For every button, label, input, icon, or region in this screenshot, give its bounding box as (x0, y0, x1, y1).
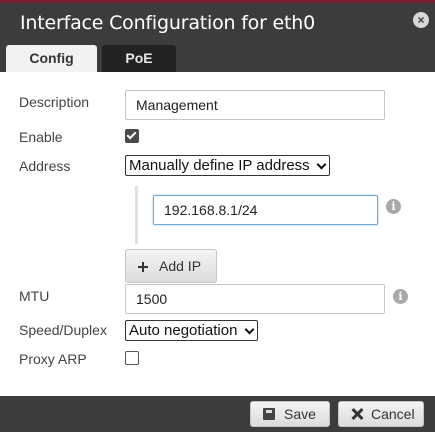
dialog-title: Interface Configuration for eth0 (20, 12, 316, 34)
chevron-down-icon (316, 159, 327, 170)
add-ip-button[interactable]: Add IP (125, 249, 217, 283)
info-icon: i (393, 289, 408, 304)
enable-label: Enable (19, 129, 63, 145)
address-mode-select[interactable]: Manually define IP address (125, 155, 330, 176)
save-button[interactable]: Save (250, 401, 330, 427)
close-icon (351, 408, 363, 420)
mtu-input[interactable] (125, 284, 385, 314)
save-icon (263, 408, 275, 420)
description-input[interactable] (125, 90, 385, 120)
description-label: Description (19, 94, 90, 110)
proxy-arp-checkbox[interactable] (125, 351, 139, 365)
ip-list-bar (135, 186, 138, 244)
proxy-arp-label: Proxy ARP (19, 351, 87, 367)
save-label: Save (284, 406, 316, 422)
close-icon[interactable]: × (413, 12, 429, 28)
tab-config[interactable]: Config (6, 45, 97, 72)
address-mode-value: Manually define IP address (129, 157, 310, 174)
add-ip-label: Add IP (159, 258, 202, 274)
enable-checkbox[interactable] (125, 129, 139, 143)
dialog-footer: Save Cancel (0, 396, 435, 432)
interface-config-dialog: Interface Configuration for eth0 × Confi… (0, 0, 435, 432)
info-icon: i (386, 199, 401, 214)
checkmark-icon (126, 129, 137, 140)
ip-address-input[interactable] (153, 195, 378, 225)
title-bar: Interface Configuration for eth0 × Confi… (0, 0, 435, 72)
cancel-button[interactable]: Cancel (338, 401, 424, 427)
speed-duplex-value: Auto negotiation (129, 322, 238, 339)
mtu-label: MTU (19, 288, 50, 304)
address-label: Address (19, 158, 71, 174)
cancel-label: Cancel (371, 406, 415, 422)
chevron-down-icon (244, 324, 255, 335)
tab-poe[interactable]: PoE (102, 45, 176, 72)
speed-duplex-select[interactable]: Auto negotiation (125, 320, 258, 341)
accent-line (0, 0, 435, 3)
speed-duplex-label: Speed/Duplex (19, 322, 107, 338)
plus-icon (138, 262, 148, 272)
